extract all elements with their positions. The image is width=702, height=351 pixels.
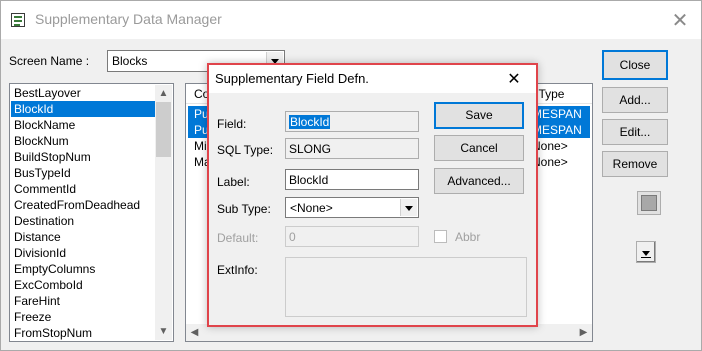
cancel-button[interactable]: Cancel	[434, 135, 524, 161]
grid-cell[interactable]: MESPAN	[532, 106, 582, 122]
screen-name-label: Screen Name :	[9, 54, 90, 68]
edit-button[interactable]: Edit...	[602, 119, 668, 145]
extinfo-field	[285, 257, 527, 317]
list-item[interactable]: CommentId	[11, 181, 161, 197]
save-button[interactable]: Save	[434, 102, 524, 129]
field-label: Field:	[217, 117, 247, 131]
list-item[interactable]: BlockId	[11, 101, 161, 117]
list-item[interactable]: BlockName	[11, 117, 161, 133]
default-field: 0	[285, 226, 419, 247]
list-item[interactable]: DivisionId	[11, 245, 161, 261]
add-button[interactable]: Add...	[602, 87, 668, 113]
abbr-label: Abbr	[455, 230, 481, 244]
sql-type-field: SLONG	[285, 138, 419, 159]
list-item[interactable]: ExcComboId	[11, 277, 161, 293]
window-title: Supplementary Data Manager	[35, 11, 222, 27]
label-input[interactable]: BlockId	[285, 169, 419, 190]
list-item[interactable]: CreatedFromDeadhead	[11, 197, 161, 213]
title-bar: Supplementary Data Manager ✕	[1, 1, 701, 39]
sub-type-select[interactable]: <None>	[285, 197, 419, 218]
list-item[interactable]: FromStopNum	[11, 325, 161, 341]
field-list[interactable]: BestLayover BlockId BlockName BlockNum Build…	[9, 83, 174, 342]
chevron-down-icon	[642, 251, 650, 256]
list-item[interactable]: BusTypeId	[11, 165, 161, 181]
dialog-title-bar: Supplementary Field Defn. ✕	[209, 65, 536, 93]
default-label: Default:	[217, 231, 259, 245]
default-value: 0	[289, 230, 296, 244]
remove-button[interactable]: Remove	[602, 151, 668, 177]
list-item[interactable]: Freeze	[11, 309, 161, 325]
scroll-right-icon[interactable]: ▶	[575, 324, 592, 341]
extinfo-label: ExtInfo:	[217, 263, 258, 277]
advanced-button[interactable]: Advanced...	[434, 168, 524, 194]
grid-cell[interactable]: Mi	[194, 138, 207, 154]
app-icon	[11, 13, 25, 27]
field-name-field[interactable]: BlockId	[285, 111, 419, 132]
scroll-down-icon[interactable]: ▼	[155, 323, 172, 340]
dialog-close-icon[interactable]: ✕	[503, 67, 525, 91]
list-item[interactable]: BlockNum	[11, 133, 161, 149]
label-input-value: BlockId	[289, 173, 329, 187]
dropdown-toggle-button[interactable]	[636, 241, 656, 263]
field-defn-dialog: Supplementary Field Defn. ✕ Field: Block…	[207, 63, 538, 327]
field-name-value: BlockId	[289, 115, 331, 129]
list-item[interactable]: Distance	[11, 229, 161, 245]
scroll-thumb[interactable]	[156, 102, 171, 157]
list-item[interactable]: EmptyColumns	[11, 261, 161, 277]
close-window-icon[interactable]: ✕	[663, 5, 697, 35]
sql-type-label: SQL Type:	[217, 143, 274, 157]
sub-type-label: Sub Type:	[217, 202, 271, 216]
close-button[interactable]: Close	[602, 50, 668, 80]
label-label: Label:	[217, 175, 250, 189]
scroll-up-icon[interactable]: ▲	[155, 85, 172, 102]
color-swatch-button[interactable]	[637, 191, 661, 215]
chevron-down-icon[interactable]	[400, 199, 417, 216]
dialog-title: Supplementary Field Defn.	[215, 71, 369, 86]
abbr-checkbox[interactable]	[434, 230, 447, 243]
list-item[interactable]: BestLayover	[11, 85, 161, 101]
list-item[interactable]: BuildStopNum	[11, 149, 161, 165]
screen-name-value: Blocks	[112, 54, 148, 68]
sub-type-value: <None>	[290, 201, 333, 215]
list-item[interactable]: Destination	[11, 213, 161, 229]
sql-type-value: SLONG	[289, 142, 332, 156]
list-item[interactable]: FareHint	[11, 293, 161, 309]
gray-square-icon	[641, 195, 657, 211]
grid-cell[interactable]: MESPAN	[532, 122, 582, 138]
scroll-left-icon[interactable]: ◀	[186, 324, 203, 341]
field-list-scrollbar[interactable]: ▲ ▼	[155, 85, 172, 340]
